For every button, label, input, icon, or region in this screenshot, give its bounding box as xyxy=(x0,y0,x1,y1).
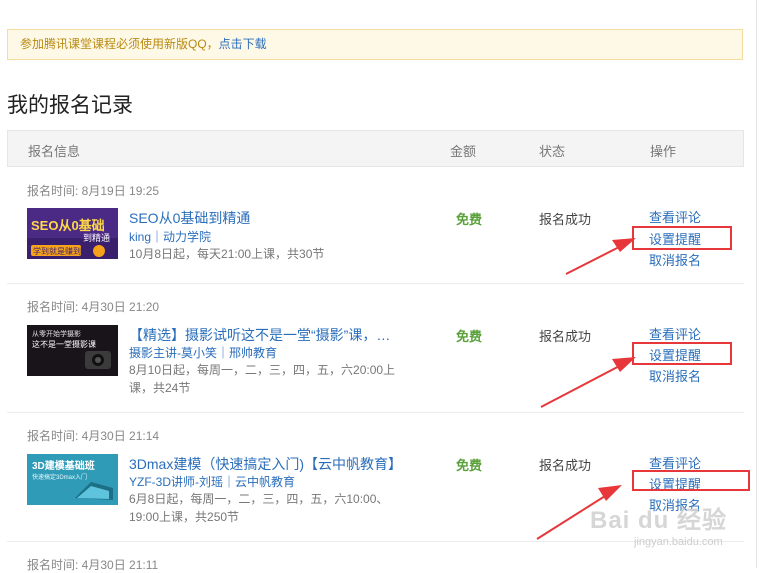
page-title: 我的报名记录 xyxy=(7,94,133,117)
table-header: 报名信息 金额 状态 操作 xyxy=(7,130,744,167)
cancel-enroll-link[interactable]: 取消报名 xyxy=(649,250,701,269)
course-thumbnail-image: 3D建模基础班 快速搞定3Dmax入门 xyxy=(27,454,118,505)
course-teacher[interactable]: YZF-3D讲师-刘瑶｜云中帆教育 xyxy=(129,473,295,490)
thumb-text-2: 这不是一堂摄影课 xyxy=(32,339,96,349)
header-info: 报名信息 xyxy=(28,144,81,159)
baidu-watermark: Bai du 经验 xyxy=(590,507,728,534)
enroll-time: 报名时间: 8月19日 19:25 xyxy=(27,184,160,198)
cancel-enroll-link[interactable]: 取消报名 xyxy=(649,366,701,385)
header-amount: 金额 xyxy=(450,144,477,159)
enroll-time: 报名时间: 4月30日 21:20 xyxy=(27,300,160,314)
page-right-border xyxy=(756,0,757,568)
course-price: 免费 xyxy=(456,212,483,227)
enroll-time: 报名时间: 4月30日 21:14 xyxy=(27,429,160,443)
thumb-text-2: 快速搞定3Dmax入门 xyxy=(32,473,87,481)
highlight-box xyxy=(632,226,732,250)
course-thumbnail-image: 从零开始学摄影 这不是一堂摄影课 xyxy=(27,325,118,376)
course-thumbnail[interactable]: SEO从0基础 到精通 学到就是赚到 xyxy=(27,208,118,259)
enroll-status: 报名成功 xyxy=(539,458,592,473)
download-link[interactable]: 点击下载 xyxy=(219,37,267,51)
baidu-watermark-url: jingyan.baidu.com xyxy=(634,536,723,548)
thumb-text-2: 到精通 xyxy=(83,232,110,243)
course-schedule: 8月10日起，每周一，二，三，四，五，六20:00上课，共24节 xyxy=(129,363,396,395)
qq-notice-banner: 参加腾讯课堂课程必须使用新版QQ，点击下载 xyxy=(7,29,743,60)
header-status: 状态 xyxy=(539,144,566,159)
course-teacher[interactable]: 摄影主讲-莫小笑｜邢帅教育 xyxy=(129,344,277,361)
course-price: 免费 xyxy=(456,329,483,344)
course-title[interactable]: 【精选】摄影试听这不是一堂“摄影”课，… xyxy=(129,325,390,345)
course-schedule: 10月8日起，每天21:00上课，共30节 xyxy=(129,247,325,261)
course-title[interactable]: SEO从0基础到精通 xyxy=(129,208,250,228)
enroll-time: 报名时间: 4月30日 21:11 xyxy=(27,558,159,572)
course-thumbnail[interactable]: 3D建模基础班 快速搞定3Dmax入门 xyxy=(27,454,118,505)
highlight-box xyxy=(632,470,750,491)
enroll-status: 报名成功 xyxy=(539,212,592,227)
notice-text: 参加腾讯课堂课程必须使用新版QQ， xyxy=(20,37,219,51)
thumb-text-3: 学到就是赚到 xyxy=(33,246,81,256)
highlight-box xyxy=(632,342,732,365)
enroll-status: 报名成功 xyxy=(539,329,592,344)
course-title[interactable]: 3Dmax建模（快速搞定入门)【云中帆教育】 xyxy=(129,454,402,474)
view-comments-link[interactable]: 查看评论 xyxy=(649,207,701,226)
course-price: 免费 xyxy=(456,458,483,473)
course-schedule: 6月8日起，每周一，二，三，四，五，六10:00、19:00上课，共250节 xyxy=(129,492,389,524)
thumb-text-1: 从零开始学摄影 xyxy=(32,329,81,338)
thumb-text-1: 3D建模基础班 xyxy=(32,459,95,472)
thumb-text-1: SEO从0基础 xyxy=(31,218,105,233)
view-comments-link[interactable]: 查看评论 xyxy=(649,324,701,343)
row-divider xyxy=(7,412,744,413)
header-ops: 操作 xyxy=(650,144,677,159)
course-thumbnail-image: SEO从0基础 到精通 学到就是赚到 xyxy=(27,208,118,259)
course-thumbnail[interactable]: 从零开始学摄影 这不是一堂摄影课 xyxy=(27,325,118,376)
row-divider xyxy=(7,283,744,284)
course-teacher[interactable]: king｜动力学院 xyxy=(129,228,211,245)
